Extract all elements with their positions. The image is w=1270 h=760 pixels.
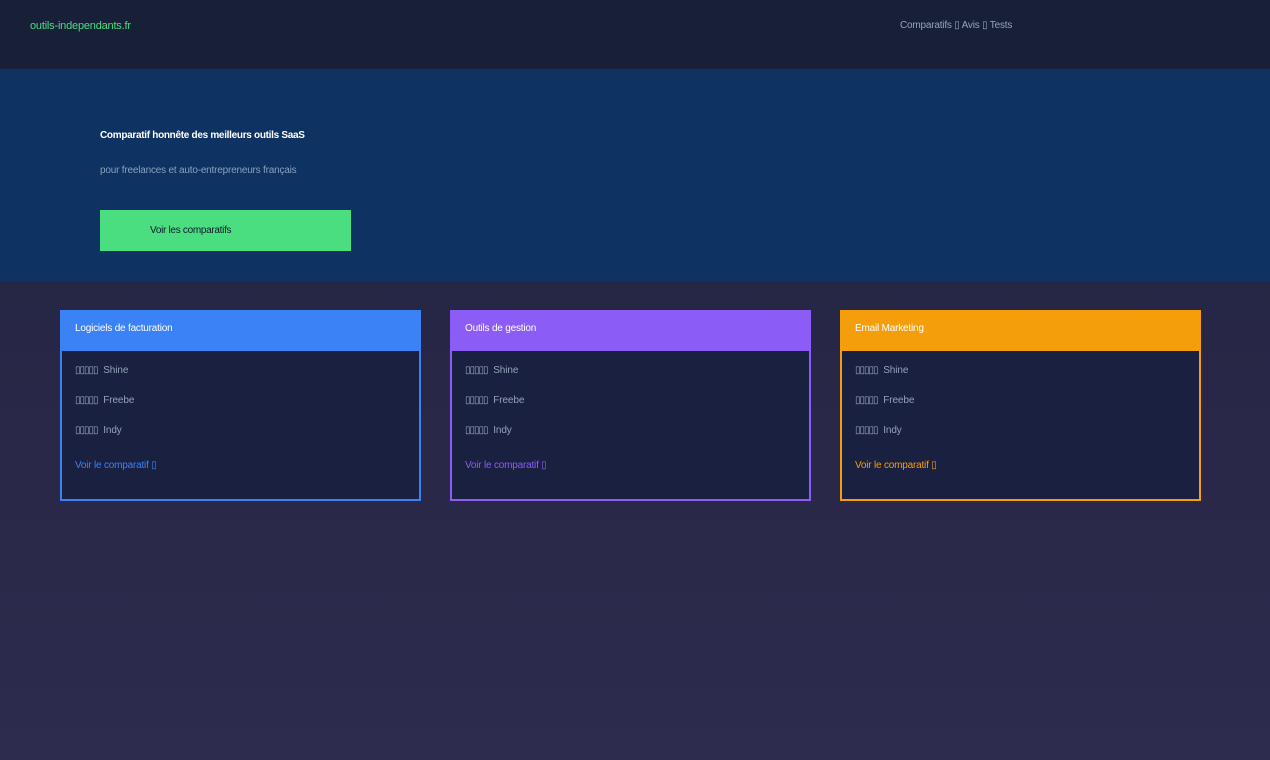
tool-item-shine: ▯▯▯▯▯ Shine bbox=[75, 365, 419, 395]
tool-item-freebe: ▯▯▯▯▯ Freebe bbox=[855, 395, 1199, 425]
card-body: ▯▯▯▯▯ Shine ▯▯▯▯▯ Freebe ▯▯▯▯▯ Indy Voir… bbox=[62, 351, 419, 473]
card-title: Outils de gestion bbox=[452, 312, 809, 351]
brand-logo-link[interactable]: outils-independants.fr bbox=[30, 20, 131, 32]
tool-name: Indy bbox=[883, 425, 902, 436]
tool-name: Indy bbox=[103, 425, 122, 436]
tool-name: Freebe bbox=[103, 395, 135, 406]
rating-stars-icon: ▯▯▯▯▯ bbox=[855, 365, 878, 376]
tool-name: Shine bbox=[493, 365, 519, 376]
tool-name: Shine bbox=[883, 365, 909, 376]
tool-name: Indy bbox=[493, 425, 512, 436]
main-nav[interactable]: Comparatifs ▯ Avis ▯ Tests bbox=[900, 20, 1012, 31]
rating-stars-icon: ▯▯▯▯▯ bbox=[75, 365, 98, 376]
hero-section: Comparatif honnête des meilleurs outils … bbox=[0, 70, 1270, 281]
view-comparisons-button[interactable]: Voir les comparatifs bbox=[100, 210, 351, 251]
hero-subtitle: pour freelances et auto-entrepreneurs fr… bbox=[100, 165, 297, 176]
card-body: ▯▯▯▯▯ Shine ▯▯▯▯▯ Freebe ▯▯▯▯▯ Indy Voir… bbox=[842, 351, 1199, 473]
rating-stars-icon: ▯▯▯▯▯ bbox=[75, 395, 98, 406]
rating-stars-icon: ▯▯▯▯▯ bbox=[465, 425, 488, 436]
rating-stars-icon: ▯▯▯▯▯ bbox=[75, 425, 98, 436]
tool-item-shine: ▯▯▯▯▯ Shine bbox=[465, 365, 809, 395]
card-title: Logiciels de facturation bbox=[62, 312, 419, 351]
hero-title: Comparatif honnête des meilleurs outils … bbox=[100, 130, 305, 141]
tool-item-shine: ▯▯▯▯▯ Shine bbox=[855, 365, 1199, 395]
view-comparison-link[interactable]: Voir le comparatif ▯ bbox=[75, 460, 157, 471]
tool-item-indy: ▯▯▯▯▯ Indy bbox=[465, 425, 809, 455]
tool-name: Freebe bbox=[883, 395, 915, 406]
card-body: ▯▯▯▯▯ Shine ▯▯▯▯▯ Freebe ▯▯▯▯▯ Indy Voir… bbox=[452, 351, 809, 473]
tool-name: Shine bbox=[103, 365, 129, 376]
view-comparison-link[interactable]: Voir le comparatif ▯ bbox=[855, 460, 937, 471]
tool-item-freebe: ▯▯▯▯▯ Freebe bbox=[75, 395, 419, 425]
category-card-email-marketing: Email Marketing ▯▯▯▯▯ Shine ▯▯▯▯▯ Freebe… bbox=[840, 310, 1201, 501]
tool-item-freebe: ▯▯▯▯▯ Freebe bbox=[465, 395, 809, 425]
rating-stars-icon: ▯▯▯▯▯ bbox=[855, 425, 878, 436]
card-title: Email Marketing bbox=[842, 312, 1199, 351]
category-card-invoicing: Logiciels de facturation ▯▯▯▯▯ Shine ▯▯▯… bbox=[60, 310, 421, 501]
tool-item-indy: ▯▯▯▯▯ Indy bbox=[855, 425, 1199, 455]
rating-stars-icon: ▯▯▯▯▯ bbox=[465, 395, 488, 406]
rating-stars-icon: ▯▯▯▯▯ bbox=[465, 365, 488, 376]
view-comparison-link[interactable]: Voir le comparatif ▯ bbox=[465, 460, 547, 471]
rating-stars-icon: ▯▯▯▯▯ bbox=[855, 395, 878, 406]
top-bar: outils-independants.fr Comparatifs ▯ Avi… bbox=[0, 0, 1270, 70]
tool-name: Freebe bbox=[493, 395, 525, 406]
tool-item-indy: ▯▯▯▯▯ Indy bbox=[75, 425, 419, 455]
category-card-management: Outils de gestion ▯▯▯▯▯ Shine ▯▯▯▯▯ Free… bbox=[450, 310, 811, 501]
